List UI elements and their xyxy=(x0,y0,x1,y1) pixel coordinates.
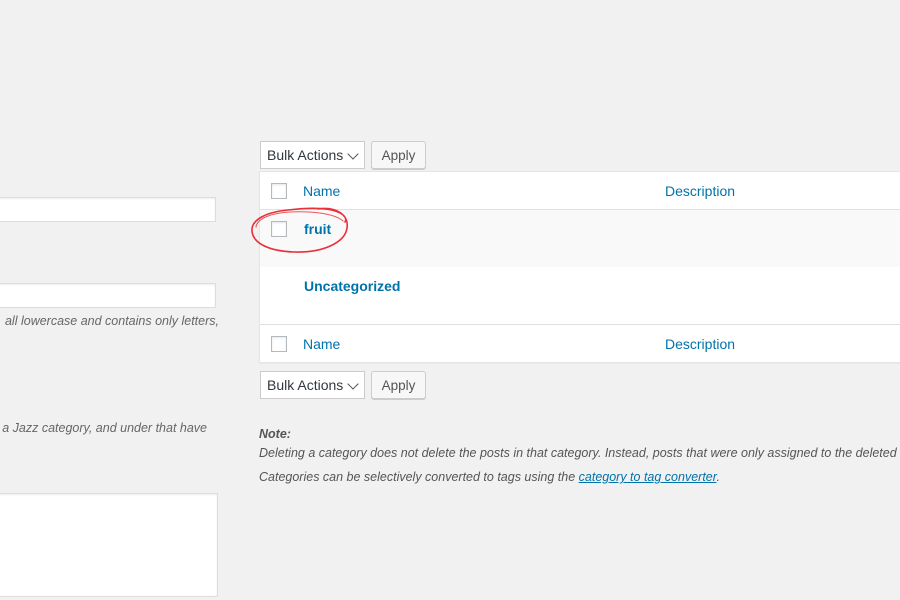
bulk-actions-label: Bulk Actions xyxy=(267,147,344,163)
chevron-down-icon xyxy=(347,378,359,390)
note-line-2-period: . xyxy=(716,470,720,484)
column-header-name[interactable]: Name xyxy=(303,183,340,199)
annotation-circle xyxy=(251,207,348,253)
table-footer: Name Description xyxy=(260,324,900,362)
apply-button-bottom[interactable]: Apply xyxy=(371,371,426,399)
column-header-description[interactable]: Description xyxy=(665,183,735,199)
note-title: Note: xyxy=(259,427,291,441)
column-footer-name[interactable]: Name xyxy=(303,336,340,352)
categories-table: Name Description fruit Uncategorized Nam… xyxy=(259,171,900,363)
category-name-input[interactable] xyxy=(0,197,216,222)
note-line-2-text: Categories can be selectively converted … xyxy=(259,470,579,484)
select-all-checkbox[interactable] xyxy=(271,183,287,199)
apply-button-top[interactable]: Apply xyxy=(371,141,426,169)
bulk-actions-label: Bulk Actions xyxy=(267,377,344,393)
note-line-1: Deleting a category does not delete the … xyxy=(259,446,897,460)
bulk-actions-select-top[interactable]: Bulk Actions xyxy=(260,141,365,169)
table-row: Uncategorized xyxy=(260,267,900,324)
category-slug-input[interactable] xyxy=(0,283,216,308)
parent-hint: a Jazz category, and under that have xyxy=(2,421,207,435)
category-to-tag-converter-link[interactable]: category to tag converter xyxy=(579,470,717,484)
row-title-uncategorized[interactable]: Uncategorized xyxy=(304,278,400,294)
note-line-2: Categories can be selectively converted … xyxy=(259,470,720,484)
slug-hint: all lowercase and contains only letters, xyxy=(4,314,219,328)
chevron-down-icon xyxy=(347,148,359,160)
bulk-actions-select-bottom[interactable]: Bulk Actions xyxy=(260,371,365,399)
table-header: Name Description xyxy=(260,172,900,210)
category-description-textarea[interactable] xyxy=(0,493,218,597)
column-footer-description[interactable]: Description xyxy=(665,336,735,352)
select-all-checkbox-footer[interactable] xyxy=(271,336,287,352)
table-row: fruit xyxy=(260,210,900,267)
